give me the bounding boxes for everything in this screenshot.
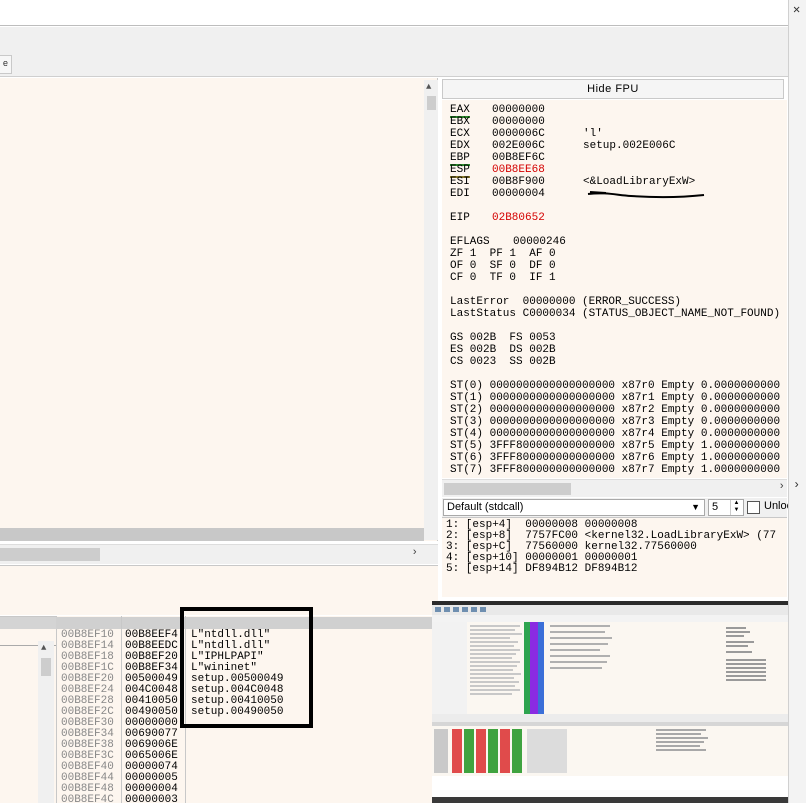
register-row-ecx[interactable]: ECX 0000006C 'l' (450, 128, 603, 140)
table-row[interactable]: 00B8EF34 00690077 (57, 728, 434, 740)
disassembly-pane[interactable] (0, 78, 438, 541)
register-value[interactable]: 0000006C (492, 128, 545, 140)
register-value[interactable]: 002E006C (492, 140, 545, 152)
table-row[interactable]: 00B8EF4C 00000003 (57, 794, 434, 803)
register-comment: 'l' (583, 128, 603, 140)
handwritten-underline (587, 191, 705, 198)
embedded-screenshot-thumbnail (432, 601, 788, 803)
register-name: EDI (450, 188, 470, 200)
register-value[interactable]: 00B8F900 (492, 176, 545, 188)
hide-fpu-button[interactable]: Hide FPU (442, 79, 784, 99)
annotation-rectangle (180, 607, 313, 728)
fpu-stack-row[interactable]: ST(3) 0000000000000000000 x87r3 Empty 0.… (450, 416, 780, 428)
disassembly-lower-scrollbar[interactable]: › (0, 544, 438, 564)
table-row[interactable]: 00B8EF44 00000005 (57, 772, 434, 784)
register-row-edx[interactable]: EDX 002E006C setup.002E006C (450, 140, 675, 152)
fpu-stack-row[interactable]: ST(1) 0000000000000000000 x87r1 Empty 0.… (450, 392, 780, 404)
register-row-ebp[interactable]: EBP 00B8EF6C (450, 152, 545, 166)
segment-register-row[interactable]: CS 0023 SS 002B (450, 356, 556, 368)
debugger-thumbnail-image (432, 601, 788, 803)
register-name: EIP (450, 212, 470, 224)
register-row-eip[interactable]: EIP 02B80652 (450, 212, 545, 224)
table-row[interactable]: 00B8EF38 0069006E (57, 739, 434, 751)
register-comment: <&LoadLibraryExW> (583, 176, 696, 188)
fpu-stack-row[interactable]: ST(0) 0000000000000000000 x87r0 Empty 0.… (450, 380, 780, 392)
register-value[interactable]: 00B8EE68 (492, 164, 545, 176)
chevron-right-icon[interactable]: › (778, 481, 785, 493)
fpu-stack-row[interactable]: ST(6) 3FFF800000000000000 x87r6 Empty 1.… (450, 452, 780, 464)
window-right-scrollbar[interactable]: ✕ › (788, 0, 806, 803)
column-divider (121, 616, 122, 803)
spinner-arrows-icon[interactable]: ▲ ▼ (730, 500, 742, 515)
register-row-eflags[interactable]: EFLAGS 00000246 (450, 236, 566, 248)
register-row-ebx[interactable]: EBX 00000000 (450, 116, 545, 128)
dump-vertical-scrollbar[interactable]: ▲ (38, 641, 54, 803)
dump-header (0, 617, 56, 629)
chevron-right-icon[interactable]: › (411, 547, 418, 559)
call-convention-toolbar: Default (stdcall) ▼ 5 ▲ ▼ Unlock (442, 498, 798, 517)
last-error-row[interactable]: LastError 00000000 (ERROR_SUCCESS) (450, 296, 681, 308)
stack-value: 00000003 (125, 794, 178, 803)
stack-address: 00B8EF4C (61, 794, 114, 803)
chevron-down-icon: ▼ (691, 502, 700, 512)
calling-convention-select[interactable]: Default (stdcall) ▼ (443, 499, 705, 516)
scroll-thumb[interactable] (41, 658, 51, 676)
register-row-eax[interactable]: EAX 00000000 (450, 104, 545, 118)
last-status-row[interactable]: LastStatus C0000034 (STATUS_OBJECT_NAME_… (450, 308, 780, 320)
unlock-checkbox[interactable] (747, 501, 760, 514)
flags-row[interactable]: ZF 1 PF 1 AF 0 (450, 248, 556, 260)
registers-pane[interactable]: EAX 00000000 EBX 00000000 ECX 0000006C 'l' EDX 0… (442, 100, 787, 478)
register-name: EBX (450, 116, 470, 128)
argument-count-value: 5 (712, 501, 719, 513)
register-value[interactable]: 00000000 (492, 104, 545, 116)
fpu-stack-row[interactable]: ST(4) 0000000000000000000 x87r4 Empty 0.… (450, 428, 780, 440)
chevron-right-icon[interactable]: › (793, 478, 800, 492)
close-icon[interactable]: ✕ (793, 2, 800, 17)
fpu-stack-row[interactable]: ST(7) 3FFF800000000000000 x87r7 Empty 1.… (450, 464, 780, 476)
table-row[interactable]: 00B8EF3C 0065006E (57, 750, 434, 762)
register-value[interactable]: 00000246 (513, 236, 566, 248)
register-name: ESI (450, 176, 470, 188)
scroll-thumb[interactable] (444, 483, 571, 495)
scroll-thumb[interactable] (427, 96, 436, 110)
disassembly-vertical-scrollbar[interactable]: ▲ (424, 80, 438, 540)
register-name: EDX (450, 140, 470, 152)
register-row-esi[interactable]: ESI 00B8F900 <&LoadLibraryExW> (450, 176, 695, 188)
tab-strip (0, 27, 790, 77)
scroll-up-icon[interactable]: ▲ (426, 82, 431, 92)
table-row[interactable]: 00B8EF48 00000004 (57, 783, 434, 795)
argument-count-stepper[interactable]: 5 ▲ ▼ (708, 499, 744, 516)
segment-register-row[interactable]: ES 002B DS 002B (450, 344, 556, 356)
scroll-thumb[interactable] (0, 548, 100, 561)
register-value[interactable]: 00000004 (492, 188, 545, 200)
register-value[interactable]: 02B80652 (492, 212, 545, 224)
flags-row[interactable]: OF 0 SF 0 DF 0 (450, 260, 556, 272)
register-comment: setup.002E006C (583, 140, 676, 152)
fpu-stack-row[interactable]: ST(5) 3FFF800000000000000 x87r5 Empty 1.… (450, 440, 780, 452)
calling-convention-value: Default (stdcall) (447, 501, 524, 513)
segment-register-row[interactable]: GS 002B FS 0053 (450, 332, 556, 344)
window-title-bar (0, 0, 790, 26)
fpu-stack-row[interactable]: ST(2) 0000000000000000000 x87r2 Empty 0.… (450, 404, 780, 416)
table-row[interactable]: 00B8EF40 00000074 (57, 761, 434, 773)
register-name: EFLAGS (450, 236, 490, 248)
disassembly-horizontal-scrollbar[interactable] (0, 528, 424, 541)
flags-row[interactable]: CF 0 TF 0 IF 1 (450, 272, 556, 284)
tab-partial[interactable]: e (0, 55, 12, 74)
register-name: ECX (450, 128, 470, 140)
register-value[interactable]: 00000000 (492, 116, 545, 128)
register-row-esp[interactable]: ESP 00B8EE68 (450, 164, 545, 178)
registers-horizontal-scrollbar[interactable]: › (442, 479, 787, 497)
call-argument-row[interactable]: 5: [esp+14] DF894B12 DF894B12 (446, 563, 637, 575)
register-row-edi[interactable]: EDI 00000004 (450, 188, 545, 200)
call-arguments-pane[interactable]: 1: [esp+4] 00000008 00000008 2: [esp+8] 7… (442, 517, 787, 597)
register-value[interactable]: 00B8EF6C (492, 152, 545, 164)
scroll-up-icon[interactable]: ▲ (41, 643, 46, 653)
